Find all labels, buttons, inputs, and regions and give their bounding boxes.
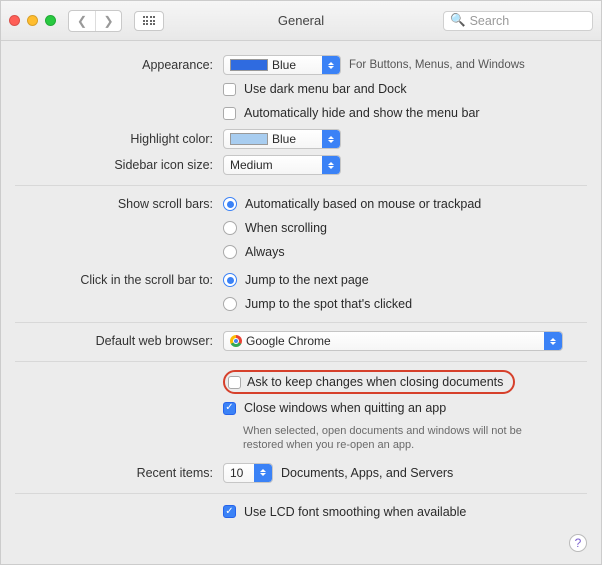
separator [15,185,587,186]
chevron-updown-icon [322,130,340,148]
preferences-window: ❮ ❯ General 🔍 Search Appearance: Blue [0,0,602,565]
scroll-auto-label: Automatically based on mouse or trackpad [245,197,481,211]
scroll-when-radio[interactable] [223,221,237,235]
sidebar-size-label: Sidebar icon size: [15,155,223,172]
scrollbars-label: Show scroll bars: [15,194,223,211]
nav-back-forward: ❮ ❯ [68,10,122,32]
lightblue-swatch-icon [230,133,268,145]
separator [15,361,587,362]
show-all-button[interactable] [134,11,164,31]
lcd-smoothing-label: Use LCD font smoothing when available [244,505,466,519]
appearance-select[interactable]: Blue [223,55,341,75]
help-button[interactable]: ? [569,534,587,552]
click-scroll-label: Click in the scroll bar to: [15,270,223,287]
scroll-always-radio[interactable] [223,245,237,259]
jump-page-radio[interactable] [223,273,237,287]
close-windows-checkbox[interactable] [223,402,236,415]
browser-value: Google Chrome [246,334,331,348]
chevron-updown-icon [544,332,562,350]
appearance-hint: For Buttons, Menus, and Windows [349,59,525,71]
highlight-value: Blue [272,132,296,146]
window-title: General [278,13,324,28]
close-windows-note: When selected, open documents and window… [243,424,563,453]
content-area: Appearance: Blue For Buttons, Menus, and… [1,41,601,564]
recent-suffix: Documents, Apps, and Servers [281,466,453,480]
ask-keep-checkbox[interactable] [228,376,241,389]
ask-keep-label: Ask to keep changes when closing documen… [247,375,503,389]
close-icon[interactable] [9,15,20,26]
close-windows-label: Close windows when quitting an app [244,401,446,415]
auto-hide-menu-checkbox[interactable] [223,107,236,120]
recent-select[interactable]: 10 [223,463,273,483]
search-icon: 🔍 [450,13,466,28]
scroll-auto-radio[interactable] [223,197,237,211]
auto-hide-menu-label: Automatically hide and show the menu bar [244,106,480,120]
blue-swatch-icon [230,59,268,71]
dark-menu-checkbox[interactable] [223,83,236,96]
search-field[interactable]: 🔍 Search [443,11,593,31]
sidebar-size-select[interactable]: Medium [223,155,341,175]
scroll-always-label: Always [245,245,285,259]
back-button[interactable]: ❮ [69,11,95,31]
highlighted-option: Ask to keep changes when closing documen… [223,370,515,394]
forward-button[interactable]: ❯ [95,11,121,31]
window-controls [9,15,56,26]
chevron-updown-icon [254,464,272,482]
scroll-when-label: When scrolling [245,221,327,235]
jump-spot-label: Jump to the spot that's clicked [245,297,412,311]
recent-label: Recent items: [15,463,223,480]
separator [15,322,587,323]
titlebar: ❮ ❯ General 🔍 Search [1,1,601,41]
zoom-icon[interactable] [45,15,56,26]
lcd-smoothing-checkbox[interactable] [223,505,236,518]
grid-icon [143,16,156,25]
browser-label: Default web browser: [15,331,223,348]
chrome-icon [230,335,242,347]
separator [15,493,587,494]
chevron-updown-icon [322,156,340,174]
appearance-value: Blue [272,58,296,72]
browser-select[interactable]: Google Chrome [223,331,563,351]
dark-menu-label: Use dark menu bar and Dock [244,82,407,96]
jump-page-label: Jump to the next page [245,273,369,287]
chevron-updown-icon [322,56,340,74]
highlight-select[interactable]: Blue [223,129,341,149]
sidebar-size-value: Medium [230,158,273,172]
highlight-label: Highlight color: [15,129,223,146]
search-placeholder: Search [470,14,510,28]
appearance-label: Appearance: [15,55,223,72]
jump-spot-radio[interactable] [223,297,237,311]
minimize-icon[interactable] [27,15,38,26]
recent-value: 10 [230,466,243,480]
